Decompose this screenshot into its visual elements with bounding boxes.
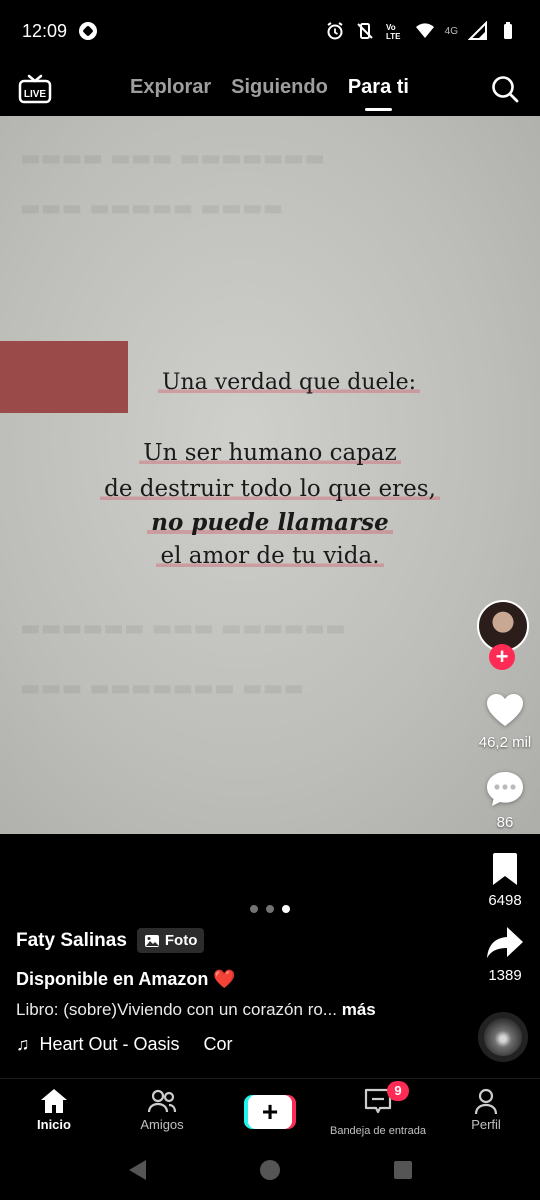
quote-line: Un ser humano capaz	[0, 440, 540, 466]
pager-dot[interactable]	[266, 905, 274, 913]
music-note-icon: ♫	[16, 1034, 30, 1054]
wifi-icon	[415, 23, 434, 38]
network-type: 4G	[444, 25, 458, 37]
bookmark-icon	[493, 853, 517, 885]
image-icon	[144, 934, 159, 947]
music-disc[interactable]	[478, 1012, 528, 1062]
like-count: 46,2 mil	[478, 734, 532, 751]
photo-tag-label: Foto	[164, 932, 198, 949]
follow-button[interactable]: +	[489, 644, 515, 670]
search-icon[interactable]	[490, 74, 520, 104]
quote-line: Una verdad que duele:	[0, 370, 540, 395]
caption-description[interactable]: Libro: (sobre)Viviendo con un corazón ro…	[16, 1000, 456, 1020]
live-label: LIVE	[24, 89, 47, 100]
svg-text:Vo: Vo	[386, 23, 396, 32]
bleed-through-text: ▬▬▬ ▬▬▬▬▬▬▬ ▬▬▬	[20, 676, 305, 701]
tab-para-ti[interactable]: Para ti	[348, 76, 409, 111]
feed-tabs: Explorar Siguiendo Para ti	[130, 76, 409, 111]
status-bar: 12:09 Vo LTE 4G	[0, 0, 540, 62]
profile-icon	[474, 1088, 498, 1115]
bottom-navigation: Inicio Amigos + 9 Bandeja de entrada Per…	[0, 1078, 540, 1140]
comment-count: 86	[496, 814, 514, 831]
music-extra: Cor	[203, 1034, 233, 1054]
photo-tag: Foto	[136, 928, 205, 953]
quote-line: de destruir todo lo que eres,	[0, 476, 540, 502]
live-button[interactable]: LIVE	[18, 74, 52, 104]
comment-icon	[487, 772, 523, 806]
system-navigation	[0, 1140, 540, 1200]
caption-headline: Disponible en Amazon ❤️	[16, 969, 236, 989]
comment-button[interactable]: 86	[470, 770, 540, 831]
post-caption: Faty Salinas Foto Disponible en Amazon ❤…	[16, 928, 456, 1055]
home-circle-icon[interactable]	[258, 1158, 282, 1182]
tab-siguiendo[interactable]: Siguiendo	[231, 76, 328, 99]
battery-icon	[504, 22, 512, 39]
bleed-through-text: ▬▬▬▬ ▬▬▬ ▬▬▬▬▬▬▬	[20, 146, 325, 171]
alarm-icon	[327, 22, 343, 40]
recents-icon[interactable]	[392, 1159, 414, 1181]
nav-home[interactable]: Inicio	[0, 1079, 108, 1140]
nav-profile[interactable]: Perfil	[432, 1079, 540, 1140]
plus-icon: +	[248, 1095, 292, 1129]
share-count: 1389	[488, 967, 522, 984]
tab-explorar[interactable]: Explorar	[130, 76, 211, 99]
nav-create[interactable]: +	[216, 1079, 324, 1140]
volte-icon: VoLTE	[386, 23, 401, 41]
music-row[interactable]: ♫ Heart Out - Oasis Cor	[16, 1034, 456, 1055]
signal-icon	[468, 21, 487, 40]
music-title: Heart Out - Oasis	[39, 1034, 180, 1054]
quote-line-emphasis: no puede llamarse	[0, 509, 540, 536]
status-time: 12:09	[22, 20, 68, 41]
status-icons: Vo LTE 4G	[325, 21, 518, 41]
nav-friends[interactable]: Amigos	[108, 1079, 216, 1140]
save-count: 6498	[488, 892, 522, 909]
bleed-through-text: ▬▬▬ ▬▬▬▬▬ ▬▬▬▬	[20, 196, 284, 221]
share-icon	[487, 927, 523, 958]
nav-friends-label: Amigos	[140, 1117, 184, 1132]
caption-description-text: Libro: (sobre)Viviendo con un corazón ro…	[16, 1000, 337, 1019]
photo-pager	[250, 905, 290, 913]
save-button[interactable]: 6498	[470, 852, 540, 909]
home-icon	[41, 1089, 67, 1113]
top-navigation: LIVE Explorar Siguiendo Para ti	[0, 62, 540, 116]
more-link[interactable]: más	[342, 1000, 376, 1019]
bleed-through-text: ▬▬▬▬▬▬ ▬▬▬ ▬▬▬▬▬▬	[20, 616, 346, 641]
photo-post[interactable]: ▬▬▬▬ ▬▬▬ ▬▬▬▬▬▬▬ ▬▬▬ ▬▬▬▬▬ ▬▬▬▬ ▬▬▬▬▬▬ ▬…	[0, 116, 540, 834]
pager-dot-active[interactable]	[282, 905, 290, 913]
svg-text:LTE: LTE	[386, 32, 401, 41]
notification-app-icon	[79, 22, 98, 40]
nav-home-label: Inicio	[37, 1117, 71, 1132]
quote-line: el amor de tu vida.	[0, 543, 540, 569]
nav-inbox-label: Bandeja de entrada	[329, 1125, 427, 1137]
nav-inbox[interactable]: 9 Bandeja de entrada	[324, 1079, 432, 1140]
friends-icon	[147, 1089, 177, 1113]
like-button[interactable]: 46,2 mil	[470, 692, 540, 751]
author-name[interactable]: Faty Salinas	[16, 930, 127, 952]
back-icon[interactable]	[126, 1158, 148, 1182]
heart-icon	[487, 694, 523, 726]
mute-vibrate-icon	[356, 23, 373, 39]
pager-dot[interactable]	[250, 905, 258, 913]
create-button[interactable]: +	[244, 1095, 296, 1129]
share-button[interactable]: 1389	[470, 925, 540, 984]
inbox-badge: 9	[387, 1081, 409, 1101]
nav-profile-label: Perfil	[471, 1117, 501, 1132]
